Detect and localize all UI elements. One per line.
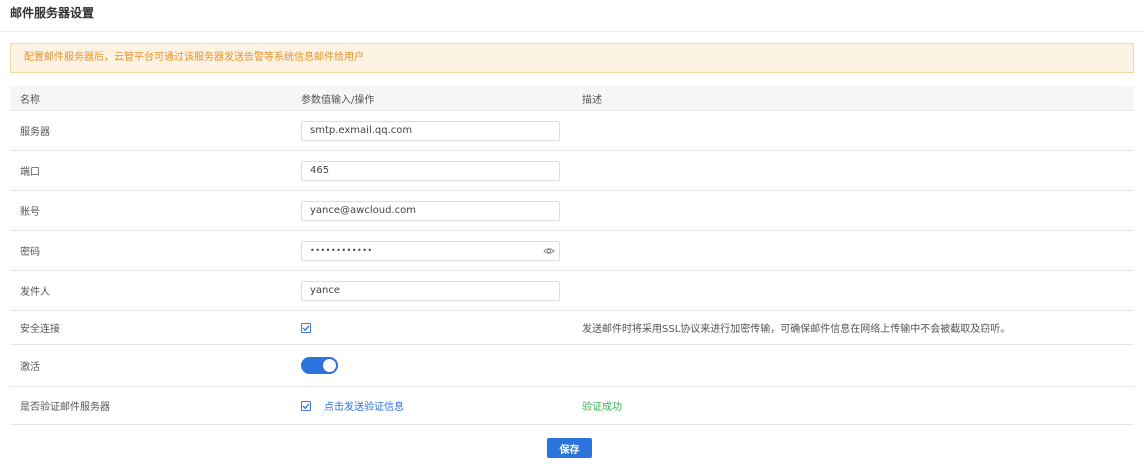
table-header: 名称 参数值输入/操作 描述 <box>10 86 1134 111</box>
info-notice: 配置邮件服务器后，云管平台可通过该服务器发送告警等系统信息邮件给用户 <box>10 43 1134 73</box>
row-label: 服务器 <box>20 127 50 138</box>
server-input[interactable]: smtp.exmail.qq.com <box>301 120 560 141</box>
verify-server-checkbox[interactable] <box>301 400 311 411</box>
table-row-active: 激活 <box>10 345 1134 387</box>
check-icon <box>302 402 310 409</box>
row-label: 端口 <box>20 167 40 178</box>
secure-connection-checkbox[interactable] <box>301 322 311 333</box>
table-row-secure: 安全连接 发送邮件时将采用SSL协议来进行加密传输，可确保邮件信息在网络上传输中… <box>10 311 1134 345</box>
page-title: 邮件服务器设置 <box>10 6 95 20</box>
eye-icon[interactable] <box>543 245 555 257</box>
title-divider <box>0 31 1144 32</box>
table-row-password: 密码 •••••••••••• <box>10 231 1134 271</box>
sender-input[interactable]: yance <box>301 280 560 301</box>
port-input[interactable]: 465 <box>301 160 560 181</box>
toggle-knob <box>323 359 336 372</box>
verification-status: 验证成功 <box>582 402 622 413</box>
row-label: 密码 <box>20 247 40 258</box>
row-label: 激活 <box>20 362 40 373</box>
password-input[interactable]: •••••••••••• <box>301 240 560 261</box>
header-value: 参数值输入/操作 <box>301 94 375 106</box>
table-row-sender: 发件人 yance <box>10 271 1134 311</box>
table-row-port: 端口 465 <box>10 151 1134 191</box>
send-verification-link[interactable]: 点击发送验证信息 <box>324 398 404 413</box>
settings-table: 名称 参数值输入/操作 描述 服务器 smtp.exmail.qq.com 端口… <box>10 86 1134 425</box>
row-label: 安全连接 <box>20 324 60 335</box>
table-row-verify: 是否验证邮件服务器 点击发送验证信息 验证成功 <box>10 387 1134 425</box>
save-button[interactable]: 保存 <box>547 438 592 458</box>
check-icon <box>302 324 310 331</box>
row-label: 是否验证邮件服务器 <box>20 402 110 413</box>
table-row-account: 账号 yance@awcloud.com <box>10 191 1134 231</box>
secure-description: 发送邮件时将采用SSL协议来进行加密传输，可确保邮件信息在网络上传输中不会被截取… <box>582 324 1011 335</box>
header-name: 名称 <box>20 94 40 106</box>
activate-toggle[interactable] <box>301 357 338 374</box>
password-value: •••••••••••• <box>310 245 373 255</box>
header-description: 描述 <box>582 94 602 106</box>
table-row-server: 服务器 smtp.exmail.qq.com <box>10 111 1134 151</box>
row-label: 账号 <box>20 207 40 218</box>
account-input[interactable]: yance@awcloud.com <box>301 200 560 221</box>
row-label: 发件人 <box>20 287 50 298</box>
